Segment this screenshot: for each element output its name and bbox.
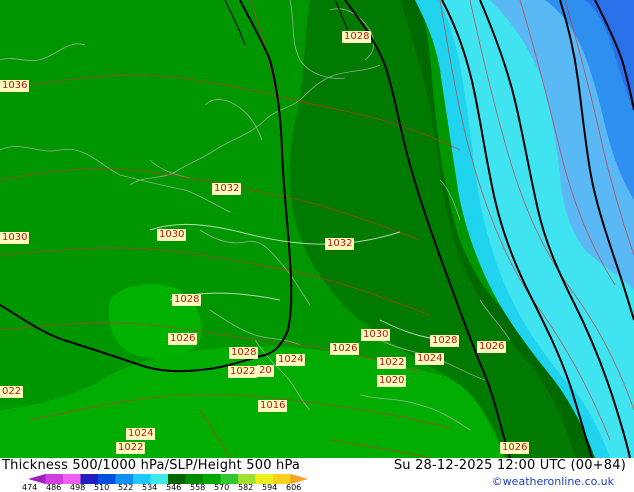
valid-datetime: Su 28-12-2025 12:00 UTC (00+84) [393, 458, 626, 473]
isobar-label: 1024 [415, 353, 445, 365]
isobar-label: 1032 [325, 238, 355, 250]
map-title: Thickness 500/1000 hPa/SLP/Height 500 hP… [2, 458, 301, 473]
colorbar-tick-label: 570 [214, 483, 230, 492]
isobar-label: 1022 [377, 357, 407, 369]
colorbar-tick-label: 498 [70, 483, 86, 492]
colorbar-tick-label: 594 [262, 483, 278, 492]
isobar-label: 1032 [212, 183, 242, 195]
isobar-label: 1026 [500, 442, 530, 454]
isobar-label: 1026 [330, 343, 360, 355]
credit-link[interactable]: ©weatheronline.co.uk [492, 475, 614, 489]
colorbar-tick-label: 522 [118, 483, 134, 492]
colorbar-tick-label: 486 [46, 483, 62, 492]
isobar-label: 1016 [258, 400, 288, 412]
isobar-label: 022 [0, 386, 24, 398]
map-footer: Thickness 500/1000 hPa/SLP/Height 500 hP… [0, 458, 634, 492]
isobar-label: 1030 [157, 229, 187, 241]
weather-map-chart: 1028 1036 1032 1030 1030 1032 1028 1026 … [0, 0, 634, 492]
isobar-label: 20 [257, 365, 274, 377]
isobar-label: 1028 [229, 347, 259, 359]
colorbar-tick-label: 534 [142, 483, 158, 492]
isobar-label: 1028 [172, 294, 202, 306]
isobar-label: 1028 [430, 335, 460, 347]
isobar-label: 1020 [377, 375, 407, 387]
thickness-colorbar: 474 486 498 510 522 534 546 558 570 582 594 606 [22, 473, 312, 492]
isobar-label: 1028 [342, 31, 372, 43]
colorbar-tick-label: 546 [166, 483, 182, 492]
isobar-label: 1024 [126, 428, 156, 440]
colorbar-tick-label: 474 [22, 483, 38, 492]
thickness-map [0, 0, 634, 458]
colorbar-tick-label: 582 [238, 483, 254, 492]
isobar-label: 1030 [0, 232, 30, 244]
isobar-label: 1030 [361, 329, 391, 341]
isobar-label: 1026 [168, 333, 198, 345]
isobar-label: 1036 [0, 80, 30, 92]
isobar-label: 1026 [477, 341, 507, 353]
colorbar-tick-label: 606 [286, 483, 302, 492]
isobar-label: 1022 [228, 366, 258, 378]
colorbar-tick-label: 510 [94, 483, 110, 492]
isobar-label: 1024 [276, 354, 306, 366]
colorbar-tick-label: 558 [190, 483, 206, 492]
isobar-label: 1022 [116, 442, 146, 454]
